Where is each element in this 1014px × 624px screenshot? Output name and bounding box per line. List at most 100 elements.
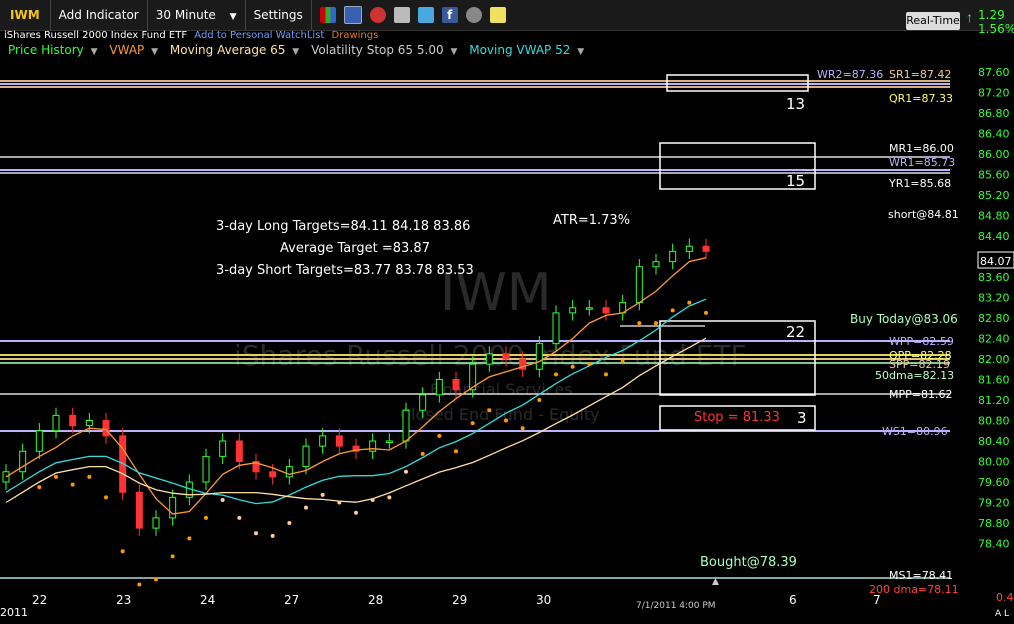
volatility-stop-dot — [504, 418, 508, 423]
note-icon[interactable] — [489, 7, 506, 23]
alarm-clock-icon[interactable] — [369, 7, 386, 23]
bought-text: Bought@78.39 — [700, 555, 797, 570]
candle-body — [402, 409, 410, 442]
price-chart[interactable]: IWM iShares Russell 2000 Index Fund ETF … — [0, 60, 1014, 624]
y-tick-label: 82.80 — [978, 312, 1010, 325]
y-tick-label: 84.80 — [978, 210, 1010, 223]
x-axis: 22 23 24 27 28 29 30 6 7 — [32, 593, 881, 607]
interval-select[interactable]: 30 Minute ▼ — [148, 0, 246, 30]
indicator-moving-average[interactable]: Moving Average 65 ▼ — [170, 43, 303, 57]
watermark-industry: Closed End Fund - Equity — [400, 405, 600, 424]
cursor-marker-icon — [712, 578, 719, 585]
twitter-icon[interactable] — [417, 7, 434, 23]
candle-body — [35, 430, 43, 452]
volatility-stop-dot — [454, 449, 458, 454]
volatility-stop-dot — [70, 482, 75, 487]
y-tick-label: 78.40 — [978, 538, 1010, 551]
y-tick-label: 79.20 — [978, 497, 1010, 510]
label-wr1: WR1=85.73 — [889, 156, 955, 169]
settings-button[interactable]: Settings — [246, 0, 312, 30]
x-tick-label: 29 — [452, 593, 467, 607]
y-tick-label: 80.00 — [978, 456, 1010, 469]
long-targets-text: 3-day Long Targets=84.11 84.18 83.86 — [216, 219, 470, 234]
chart-type-icon[interactable] — [319, 7, 336, 23]
y-tick-label: 83.20 — [978, 292, 1010, 305]
y-tick-label: 82.00 — [978, 353, 1010, 366]
box-3-label: 3 — [797, 409, 807, 427]
realtime-button[interactable]: Real-Time — [906, 12, 960, 30]
x-tick-label: 23 — [116, 593, 131, 607]
short-targets-text: 3-day Short Targets=83.77 83.78 83.53 — [216, 263, 474, 278]
y-tick-label: 82.40 — [978, 333, 1010, 346]
volatility-stop-dot — [287, 521, 292, 525]
volatility-stop-dot — [654, 321, 658, 326]
volatility-stop-dot — [237, 515, 242, 520]
y-tick-label: 80.40 — [978, 435, 1010, 448]
y-tick-label: 78.80 — [978, 517, 1010, 530]
label-wr2: WR2=87.36 — [817, 68, 883, 81]
candle-body — [202, 455, 210, 483]
candle-body — [635, 266, 643, 304]
subheader: iShares Russell 2000 Index Fund ETF Add … — [0, 30, 378, 42]
indicator-legend: Price History ▼ VWAP ▼ Moving Average 65… — [0, 43, 592, 59]
candle-body — [385, 440, 393, 443]
year-label: 2011 — [0, 606, 28, 619]
volatility-stop-dot — [487, 408, 492, 413]
drawings-link[interactable]: Drawings — [332, 30, 379, 41]
watchlist-link[interactable]: Add to Personal WatchList — [194, 30, 324, 41]
label-sr1: SR1=87.42 — [889, 68, 951, 81]
volatility-stop-dot — [570, 364, 575, 369]
candle-body — [85, 420, 93, 427]
average-target-text: Average Target =83.87 — [280, 241, 430, 256]
volatility-stop-dot — [170, 554, 175, 559]
y-tick-label: 81.20 — [978, 394, 1010, 407]
indicator-volatility-stop[interactable]: Volatility Stop 65 5.00 ▼ — [311, 43, 461, 57]
volatility-stop-dot — [537, 398, 542, 402]
candle-body — [152, 517, 160, 529]
candle-body — [535, 343, 543, 370]
volatility-stop-dot — [137, 582, 142, 587]
print-icon[interactable] — [393, 7, 410, 23]
volatility-stop-dot — [370, 497, 375, 502]
candle-body — [652, 261, 660, 268]
price-change-pct: 1.56% — [978, 22, 1014, 36]
x-tick-label: 7 — [873, 593, 881, 607]
volatility-stop-dot — [620, 359, 625, 364]
add-indicator-button[interactable]: Add Indicator — [51, 0, 148, 30]
y-tick-label: 83.60 — [978, 271, 1010, 284]
y-tick-label: 80.80 — [978, 415, 1010, 428]
volatility-stop-dot — [437, 433, 442, 438]
volatility-stop-dot — [120, 549, 125, 554]
candle-body — [285, 466, 293, 478]
volatility-stop-dot — [704, 310, 708, 315]
y-tick-label: 86.00 — [978, 148, 1010, 161]
candle-body — [369, 440, 377, 452]
label-ws1: WS1=80.96 — [882, 425, 948, 438]
candle-body — [669, 250, 677, 263]
volatility-stop-dot — [470, 421, 475, 426]
volatility-stop-dot — [304, 505, 308, 510]
label-wpp: WPP=82.59 — [889, 335, 954, 348]
facebook-icon[interactable]: f — [441, 7, 458, 23]
candle-body — [319, 435, 327, 447]
toolbar: IWM Add Indicator 30 Minute ▼ Settings f — [0, 0, 1014, 31]
y-tick-label: 84.40 — [978, 230, 1010, 243]
zone-boxes: 13 15 22 3 — [659, 74, 816, 431]
save-icon[interactable] — [343, 6, 362, 24]
indicator-price-history[interactable]: Price History ▼ — [8, 43, 102, 57]
arrow-up-icon: ↑ — [966, 9, 973, 25]
indicator-moving-vwap[interactable]: Moving VWAP 52 ▼ — [469, 43, 588, 57]
label-yr1: YR1=85.68 — [888, 177, 951, 190]
volatility-stop-dot — [54, 474, 58, 479]
symbol-button[interactable]: IWM — [0, 0, 51, 30]
volatility-stop-dot — [420, 451, 425, 456]
volatility-stop-dot — [270, 533, 275, 538]
volatility-stop-dot — [387, 495, 392, 500]
volatility-stop-dot — [187, 536, 192, 541]
last-price-value: 84.07 — [980, 255, 1012, 268]
indicator-vwap[interactable]: VWAP ▼ — [109, 43, 162, 57]
candle-body — [485, 353, 493, 365]
y-tick-label: 87.20 — [978, 87, 1010, 100]
label-mpp: MPP=81.62 — [889, 388, 952, 401]
binoculars-icon[interactable] — [465, 7, 482, 23]
